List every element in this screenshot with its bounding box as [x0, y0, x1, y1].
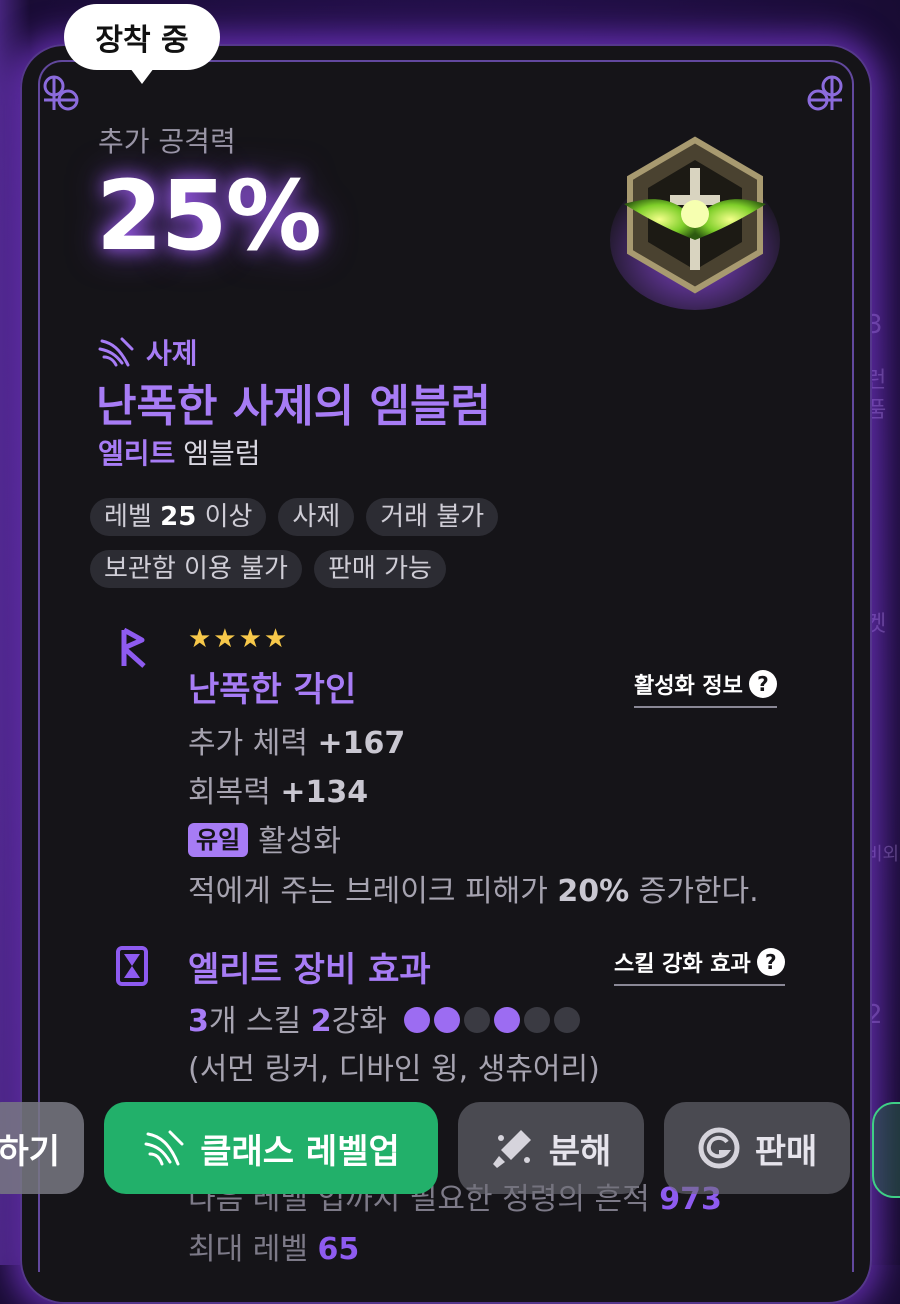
- enhance-dot-empty: [524, 1007, 551, 1033]
- skill-enhance-line: 3개 스킬 2강화: [188, 996, 581, 1040]
- corner-knot-icon: [43, 75, 79, 111]
- regen-value: +134: [280, 775, 369, 810]
- enhance-dot-filled: [434, 1007, 461, 1033]
- stat-line-hp: 추가 체력 +167: [188, 718, 405, 762]
- engraving-title: 난폭한 각인: [188, 670, 357, 710]
- item-type: 엘리트 엠블럼: [98, 432, 261, 472]
- engraving-effect-line: 적에게 주는 브레이크 피해가 20% 증가한다.: [188, 866, 759, 910]
- class-name: 사제: [146, 337, 198, 370]
- activation-info-label: 활성화 정보: [634, 674, 743, 699]
- item-tags: 레벨 25 이상 사제 거래 불가 보관함 이용 불가 판매 가능: [90, 498, 610, 588]
- unique-activation-line: 유일 활성화: [188, 816, 341, 860]
- hp-value: +167: [317, 726, 406, 761]
- max-level-line: 최대 레벨 65: [188, 1224, 359, 1268]
- enhance-dot-filled: [494, 1007, 521, 1033]
- engraving-stars: ★★★★: [188, 624, 290, 654]
- class-levelup-label: 클래스 레벨업: [200, 1131, 400, 1172]
- hp-label: 추가 체력: [188, 726, 308, 761]
- sell-button[interactable]: 판매: [664, 1102, 850, 1194]
- prev-action-button[interactable]: 하기: [0, 1102, 84, 1194]
- tag-trade: 거래 불가: [366, 498, 499, 536]
- activation-info-link[interactable]: 활성화 정보 ?: [634, 668, 777, 708]
- corner-knot-icon: [807, 75, 843, 111]
- activation-text: 활성화: [258, 824, 341, 859]
- enhance-dot-empty: [554, 1007, 581, 1033]
- skill-count: 3: [188, 1004, 209, 1039]
- skill-enhance-link[interactable]: 스킬 강화 효과 ?: [614, 946, 785, 986]
- sell-coin-icon: [698, 1127, 740, 1169]
- skill-enhance-label: 스킬 강화 효과: [614, 952, 751, 977]
- skill-list-line: (서먼 링커, 디바인 윙, 생츄어리): [188, 1052, 600, 1087]
- enhance-suffix: 강화: [331, 1004, 387, 1039]
- enhance-dot-filled: [404, 1007, 431, 1033]
- enhance-dots: [404, 1007, 581, 1033]
- effect-text-end: 증가한다.: [638, 874, 759, 909]
- stat-line-regen: 회복력 +134: [188, 767, 368, 811]
- stat-label: 추가 공격력: [98, 125, 236, 158]
- emblem-icon: [610, 136, 780, 310]
- max-level-label: 최대 레벨: [188, 1232, 308, 1267]
- dismantle-button[interactable]: 분해: [458, 1102, 644, 1194]
- priest-wing-icon: [98, 337, 134, 367]
- tag-level: 레벨 25 이상: [90, 498, 267, 536]
- effect-value: 20%: [557, 874, 630, 909]
- elite-hourglass-icon: [116, 946, 148, 986]
- tag-level-prefix: 레벨: [104, 502, 152, 532]
- tag-level-suffix: 이상: [204, 502, 253, 532]
- stat-value: 25%: [96, 160, 322, 272]
- elite-effect-title: 엘리트 장비 효과: [188, 950, 431, 990]
- max-level-value: 65: [317, 1232, 360, 1267]
- tag-sell: 판매 가능: [313, 550, 446, 588]
- skill-count-suffix: 개 스킬: [208, 1004, 302, 1039]
- tag-class: 사제: [278, 498, 355, 536]
- priest-wing-icon: [144, 1130, 184, 1166]
- enhance-dot-empty: [464, 1007, 491, 1033]
- dismantle-icon: [492, 1130, 531, 1168]
- equipped-badge: 장착 중: [64, 4, 220, 84]
- help-icon: ?: [748, 670, 777, 698]
- dismantle-label: 분해: [548, 1131, 612, 1172]
- class-levelup-button[interactable]: 클래스 레벨업: [104, 1102, 438, 1194]
- sell-label: 판매: [754, 1131, 818, 1172]
- class-row: 사제: [98, 332, 198, 372]
- item-kind: 엠블럼: [183, 437, 261, 470]
- enhance-level: 2: [310, 1004, 332, 1039]
- prev-action-label: 하기: [0, 1131, 60, 1172]
- next-action-button[interactable]: [872, 1102, 900, 1198]
- tag-storage: 보관함 이용 불가: [90, 550, 302, 588]
- item-grade: 엘리트: [98, 437, 176, 470]
- unique-badge: 유일: [188, 823, 249, 857]
- help-icon: ?: [756, 948, 785, 976]
- rune-icon: [121, 627, 146, 668]
- regen-label: 회복력: [188, 775, 271, 810]
- item-name: 난폭한 사제의 엠블럼: [96, 381, 491, 432]
- effect-text: 적에게 주는 브레이크 피해가: [188, 874, 548, 909]
- tag-level-value: 25: [160, 502, 197, 532]
